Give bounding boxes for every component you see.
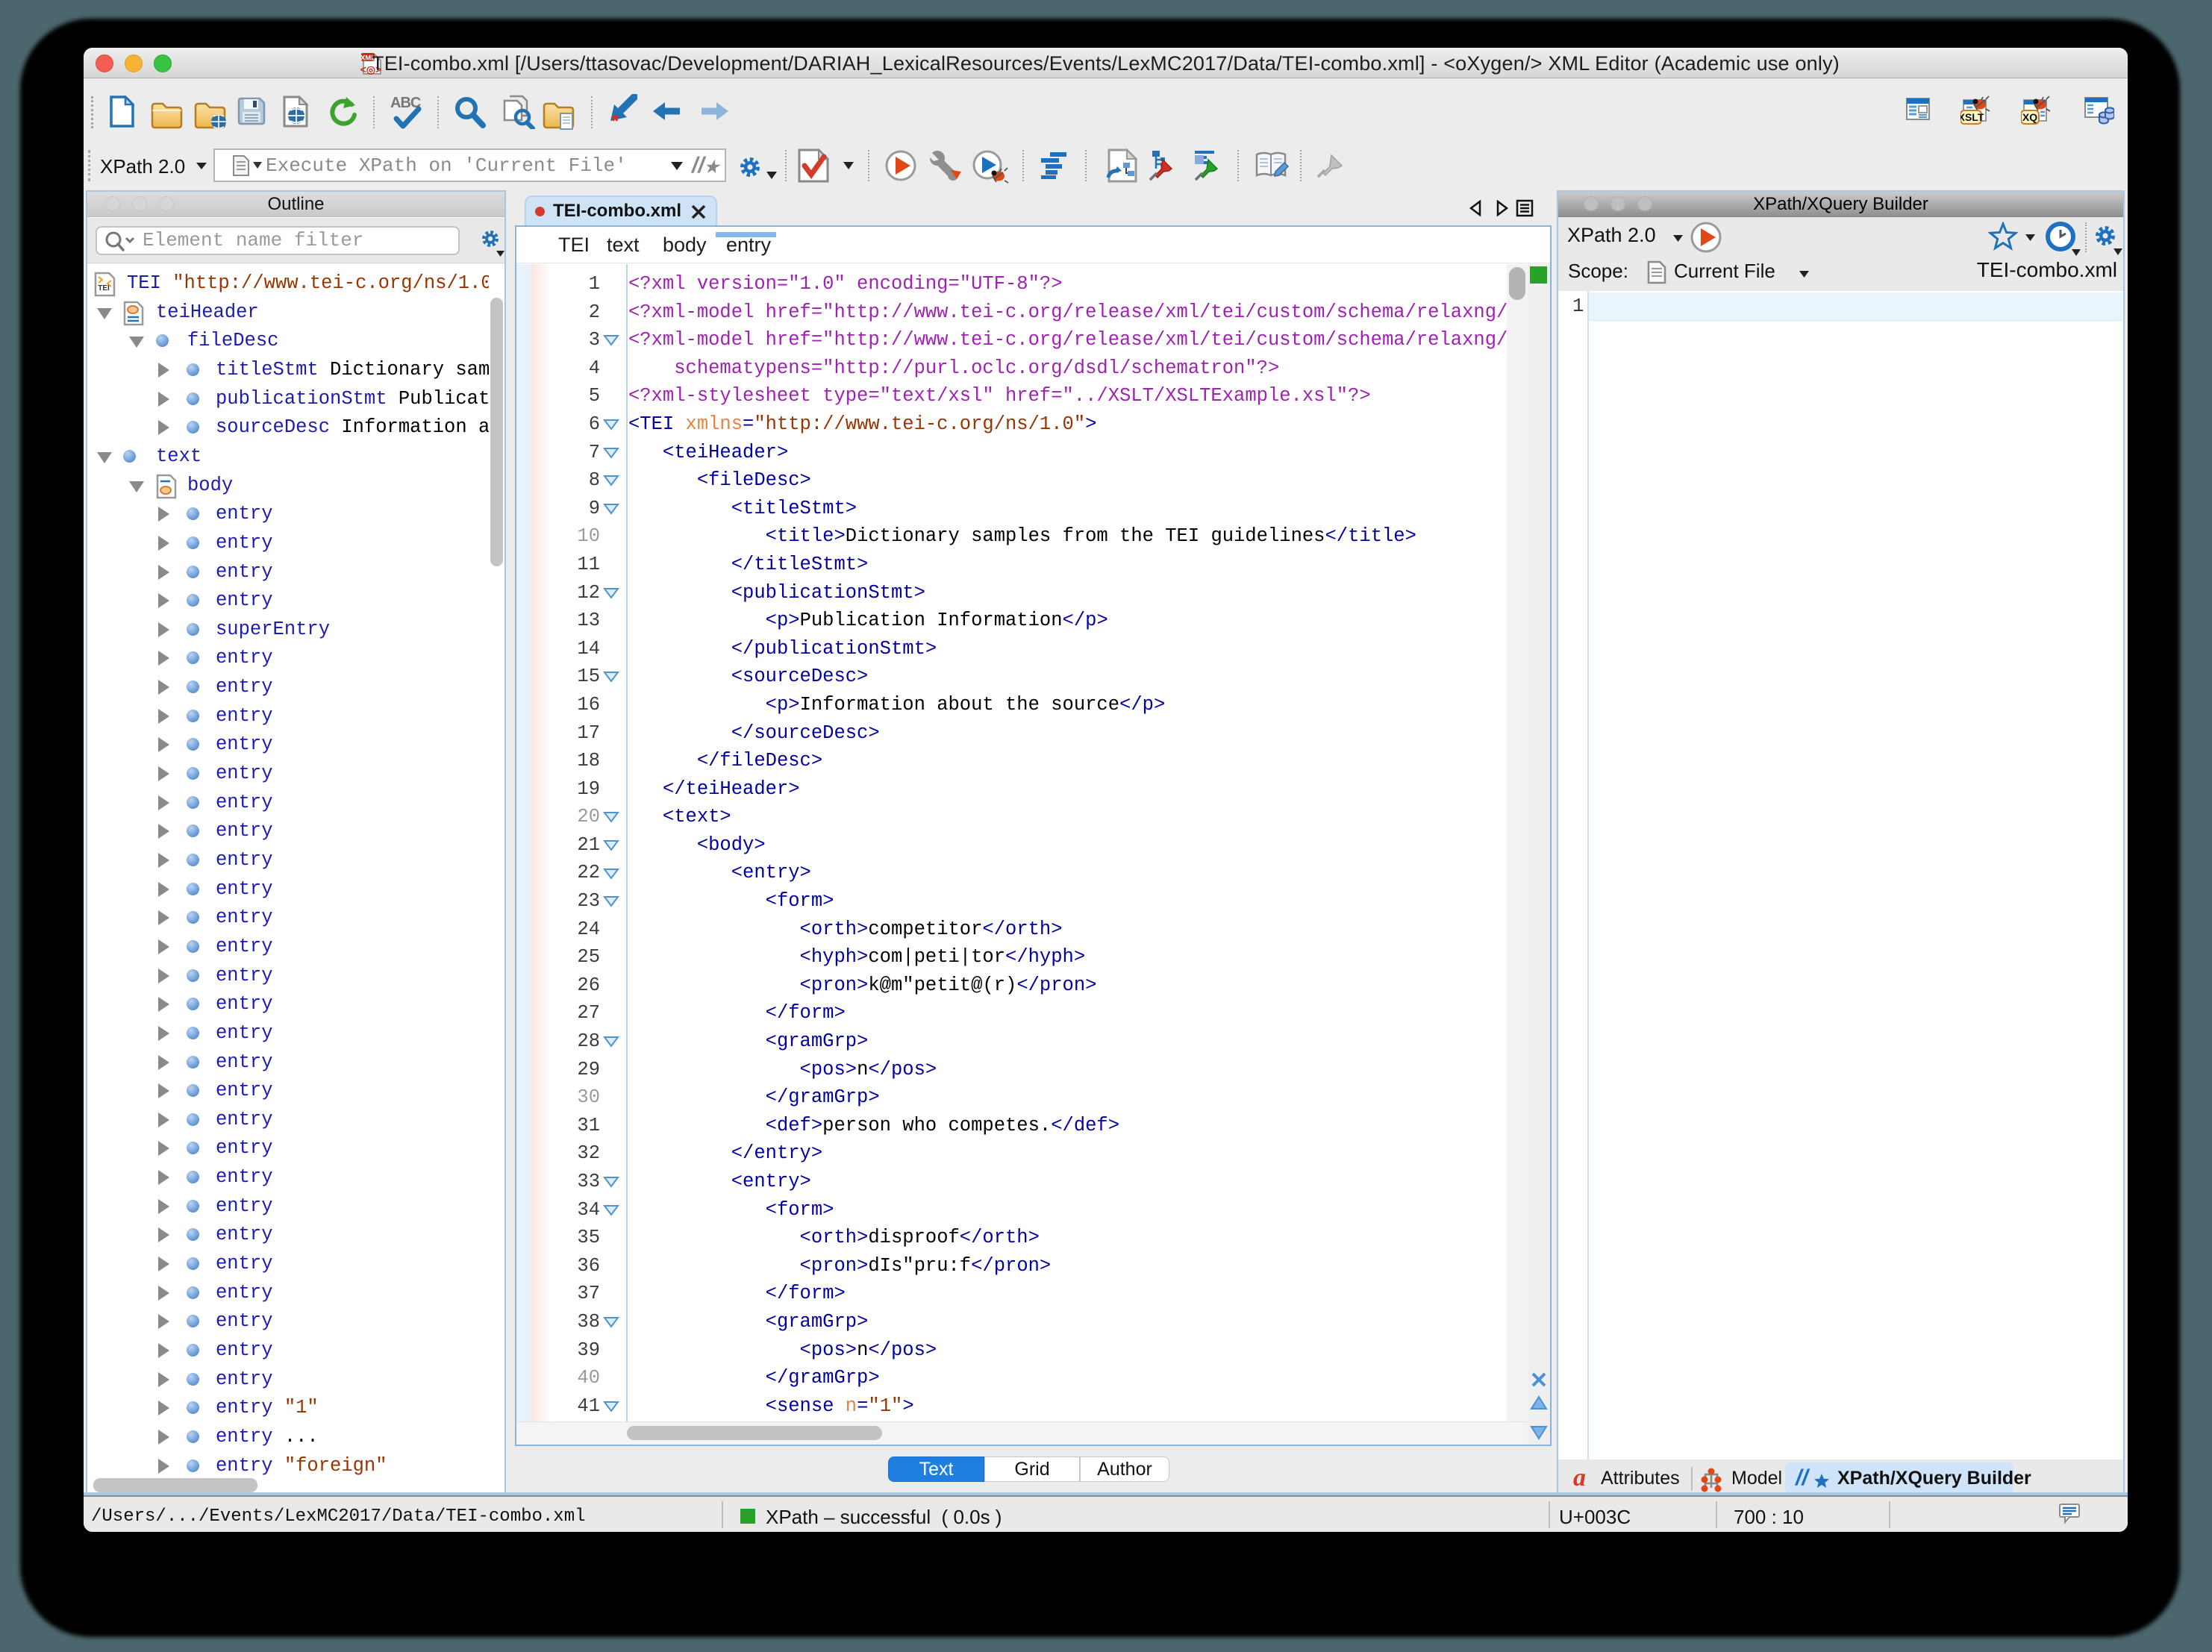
svg-text:XQ: XQ [2022,111,2037,123]
svg-text:*: * [611,110,619,128]
svg-text:XSLT: XSLT [1961,111,1984,123]
svg-text:TEI: TEI [98,284,110,292]
